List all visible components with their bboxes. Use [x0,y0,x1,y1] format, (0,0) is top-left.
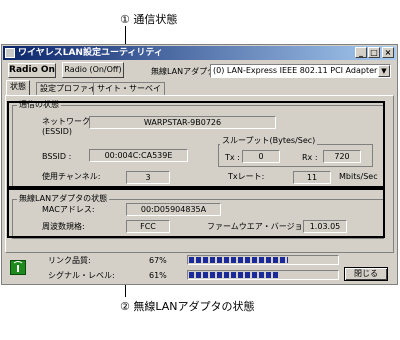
adapter-status-highlight [7,188,385,238]
minimize-button[interactable]: _ [355,47,367,58]
window-title: ワイヤレスLAN設定ユーティリティ [18,48,163,58]
tab-status[interactable]: 状態 [6,80,30,96]
signal-strength-icon [10,260,26,275]
link-quality-bar [187,255,339,265]
signal-level-label: シグナル・レベル: [48,271,115,280]
close-button[interactable]: 閉じる [344,267,388,281]
antenna-icon [13,261,23,272]
callout-communication-status: ① 通信状態 [120,13,178,26]
link-quality-percent: 67% [149,256,167,265]
signal-level-bar-fill [189,272,279,278]
close-window-button[interactable]: × [382,47,394,58]
radio-on-button[interactable]: Radio On [8,63,56,78]
chevron-down-icon[interactable]: ▼ [378,65,390,77]
link-quality-label: リンク品質: [48,256,91,265]
maximize-button[interactable]: □ [368,47,380,58]
radio-toggle-button[interactable]: Radio (On/Off) [62,62,124,78]
callout-adapter-status: ② 無線LANアダプタの状態 [120,300,255,313]
link-quality-bar-fill [189,257,288,263]
title-bar: ワイヤレスLAN設定ユーティリティ _ □ × [3,46,396,60]
signal-level-percent: 61% [149,271,167,280]
adapter-label: 無線LANアダプタ [151,67,216,76]
tab-site-survey[interactable]: サイト・サーベイ [93,82,165,95]
adapter-select-value: (0) LAN-Express IEEE 802.11 PCI Adapter [213,66,378,75]
app-icon [5,48,15,58]
adapter-select[interactable]: (0) LAN-Express IEEE 802.11 PCI Adapter … [210,64,391,78]
comm-status-highlight [7,101,385,188]
signal-level-bar [187,270,339,280]
